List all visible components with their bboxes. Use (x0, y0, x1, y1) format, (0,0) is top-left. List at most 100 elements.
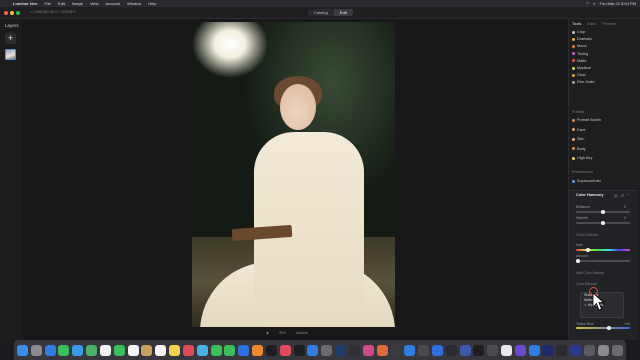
tool-toning[interactable]: Toning (572, 52, 588, 56)
edited-photo[interactable] (192, 22, 395, 327)
numbers-icon[interactable] (224, 344, 236, 356)
menu-account[interactable]: Account (106, 1, 120, 6)
safari-icon[interactable] (44, 344, 56, 356)
menu-edit[interactable]: Edit (58, 1, 65, 6)
app-icon-f[interactable] (473, 344, 485, 356)
menu-help[interactable]: Help (148, 1, 156, 6)
tool-high-key[interactable]: High Key (572, 156, 592, 160)
zoom-level[interactable]: 25% (279, 331, 286, 335)
skype-icon[interactable] (431, 344, 443, 356)
menu-view[interactable]: View (90, 1, 99, 6)
tool-mood[interactable]: Mood (572, 44, 587, 48)
news-icon[interactable] (182, 344, 194, 356)
tool-face[interactable]: Face (572, 128, 585, 132)
tool-glow[interactable]: Glow (572, 73, 586, 77)
photo-face (280, 84, 316, 130)
tool-matte[interactable]: Matte (572, 59, 587, 63)
keynote-icon[interactable] (238, 344, 250, 356)
yellow-blue-slider-knob[interactable] (607, 326, 611, 330)
color-harmony-title[interactable]: Color Harmony (576, 193, 603, 197)
app-store-icon[interactable] (307, 344, 319, 356)
notes-icon[interactable] (169, 344, 181, 356)
app-icon-h[interactable] (500, 344, 512, 356)
wifi-icon[interactable]: ◠ (586, 1, 590, 6)
reset-icon[interactable]: ↺ (621, 193, 624, 198)
app-icon-k[interactable] (556, 344, 568, 356)
actions-button[interactable]: Actions (296, 331, 307, 335)
menu-image[interactable]: Image (72, 1, 83, 6)
app-icon-d[interactable] (445, 344, 457, 356)
tool-supercontrast[interactable]: Supercontrast (572, 179, 601, 183)
pages-icon[interactable] (252, 344, 264, 356)
chrome-icon[interactable] (196, 344, 208, 356)
menubar-clock[interactable]: Thu Mar 21 8:04 PM (600, 1, 636, 6)
tv-icon[interactable] (293, 344, 305, 356)
lightroom-icon[interactable] (335, 344, 347, 356)
visibility-icon[interactable]: ◎ (614, 193, 618, 198)
luminar-icon[interactable] (362, 344, 374, 356)
contacts-icon[interactable] (141, 344, 153, 356)
app-icon-e[interactable] (459, 344, 471, 356)
tab-presets[interactable]: Presets (602, 21, 616, 26)
add-layer-button[interactable]: + (5, 33, 16, 44)
app-icon-i[interactable] (514, 344, 526, 356)
app-icon-a[interactable] (390, 344, 402, 356)
whatsapp-icon[interactable] (210, 344, 222, 356)
tool-mystical[interactable]: Mystical (572, 66, 591, 70)
reminders-icon[interactable] (155, 344, 167, 356)
maps-icon[interactable] (86, 344, 98, 356)
tool-portrait-bokeh[interactable]: Portrait Bokeh (572, 118, 601, 122)
vectornator-icon[interactable] (376, 344, 388, 356)
zoom-window-icon[interactable] (16, 11, 20, 15)
tool-label: Toning (577, 51, 589, 56)
amount-slider-knob[interactable] (576, 259, 580, 263)
app-icon-j[interactable] (528, 344, 540, 356)
launchpad-icon[interactable] (30, 344, 42, 356)
breadcrumb[interactable]: < LUMINAR NEO > SCENES (30, 10, 76, 14)
hue-slider-knob[interactable] (586, 248, 590, 252)
search-icon[interactable]: ⌕ (593, 1, 595, 6)
close-window-icon[interactable] (4, 11, 8, 15)
music-icon[interactable] (265, 344, 277, 356)
facetime-icon[interactable] (113, 344, 125, 356)
tab-tools[interactable]: Tools (572, 21, 581, 26)
photoshop-icon[interactable] (570, 344, 582, 356)
apple-icon[interactable] (4, 2, 8, 6)
podcasts-icon[interactable] (279, 344, 291, 356)
downloads-icon[interactable] (597, 344, 609, 356)
tool-film-grain[interactable]: Film Grain (572, 80, 595, 84)
tab-edits[interactable]: Edits (587, 21, 596, 26)
system-settings-icon[interactable] (321, 344, 333, 356)
eye-icon[interactable]: ◉ (266, 331, 269, 335)
app-icon-c[interactable] (418, 344, 430, 356)
trash-icon[interactable] (611, 344, 623, 356)
menu-file[interactable]: File (44, 1, 50, 6)
finder-icon[interactable] (17, 344, 28, 356)
app-icon-b[interactable] (404, 344, 416, 356)
tab-catalog[interactable]: Catalog (308, 9, 334, 16)
app-icon-l[interactable] (583, 344, 595, 356)
menu-app-name[interactable]: Luminar Neo (13, 1, 37, 6)
split-color-warmth-label[interactable]: Split Color Warmth (576, 271, 604, 275)
tool-crop[interactable]: Crop (572, 30, 585, 34)
tool-dramatic[interactable]: Dramatic (572, 37, 592, 41)
collapse-icon[interactable]: ⌃ (627, 193, 630, 198)
warmth-slider-knob[interactable] (601, 221, 605, 225)
minimize-window-icon[interactable] (10, 11, 14, 15)
messages-icon[interactable] (58, 344, 70, 356)
tab-edit[interactable]: Edit (333, 9, 353, 16)
menu-window[interactable]: Window (127, 1, 141, 6)
hue-slider-track[interactable] (576, 249, 630, 251)
photos-icon[interactable] (99, 344, 111, 356)
tool-body[interactable]: Body (572, 147, 586, 151)
layer-thumbnail[interactable] (5, 49, 16, 60)
mail-icon[interactable] (72, 344, 84, 356)
brilliance-slider-knob[interactable] (601, 210, 605, 214)
yellow-blue-slider-track[interactable] (576, 327, 630, 329)
calendar-icon[interactable] (127, 344, 139, 356)
app-icon-g[interactable] (487, 344, 499, 356)
tool-skin[interactable]: Skin (572, 137, 584, 141)
premiere-icon[interactable] (542, 344, 554, 356)
amount-slider-track[interactable] (576, 260, 630, 262)
terminal-icon[interactable] (348, 344, 360, 356)
